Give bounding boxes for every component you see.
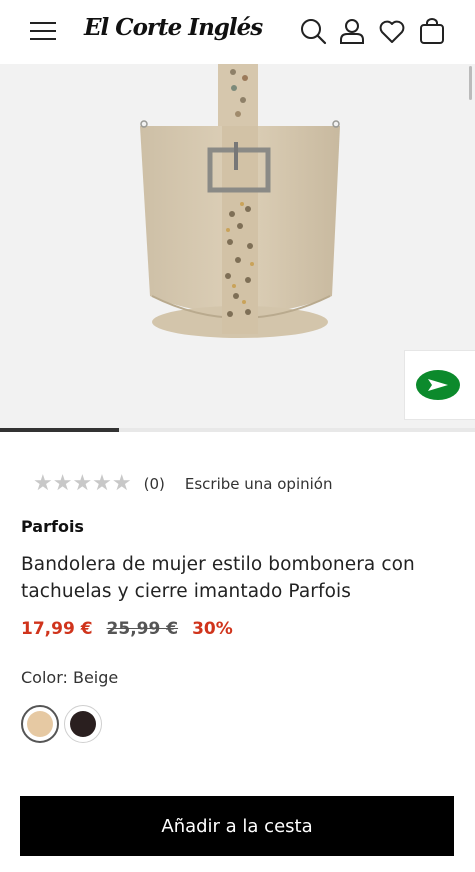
- rating-stars: ★★★★★: [33, 471, 132, 496]
- wishlist-icon[interactable]: [377, 16, 407, 46]
- gallery-progress: [0, 428, 475, 432]
- play-icon: [416, 370, 460, 400]
- product-image: [140, 64, 340, 338]
- color-swatch-beige[interactable]: [21, 705, 59, 743]
- menu-icon[interactable]: [30, 20, 56, 42]
- product-title: Bandolera de mujer estilo bombonera con …: [21, 554, 415, 602]
- brand-logo[interactable]: El Corte Inglés: [84, 14, 263, 41]
- rating-count: (0): [143, 475, 165, 493]
- page-scrollbar[interactable]: [469, 66, 472, 100]
- gallery-progress-fill: [0, 428, 119, 432]
- product-gallery[interactable]: [0, 64, 475, 432]
- color-label: Color: Beige: [21, 668, 119, 687]
- discount-badge: 30%: [192, 619, 233, 639]
- product-brand[interactable]: Parfois: [21, 517, 84, 536]
- top-header: El Corte Inglés: [0, 0, 475, 64]
- account-icon[interactable]: [337, 16, 367, 46]
- write-review-link[interactable]: Escribe una opinión: [185, 475, 333, 493]
- promo-badge[interactable]: [404, 350, 475, 420]
- add-to-cart-button[interactable]: Añadir a la cesta: [20, 796, 454, 856]
- color-swatch-black[interactable]: [64, 705, 102, 743]
- price-row: 17,99 € 25,99 € 30%: [21, 619, 233, 639]
- shopping-bag-icon[interactable]: [417, 16, 447, 46]
- rating-row: ★★★★★ (0) Escribe una opinión: [33, 473, 332, 495]
- current-price: 17,99 €: [21, 619, 93, 639]
- original-price: 25,99 €: [106, 619, 179, 639]
- swatch-black-dot: [70, 711, 96, 737]
- swatch-beige-dot: [27, 711, 53, 737]
- search-icon[interactable]: [298, 16, 328, 46]
